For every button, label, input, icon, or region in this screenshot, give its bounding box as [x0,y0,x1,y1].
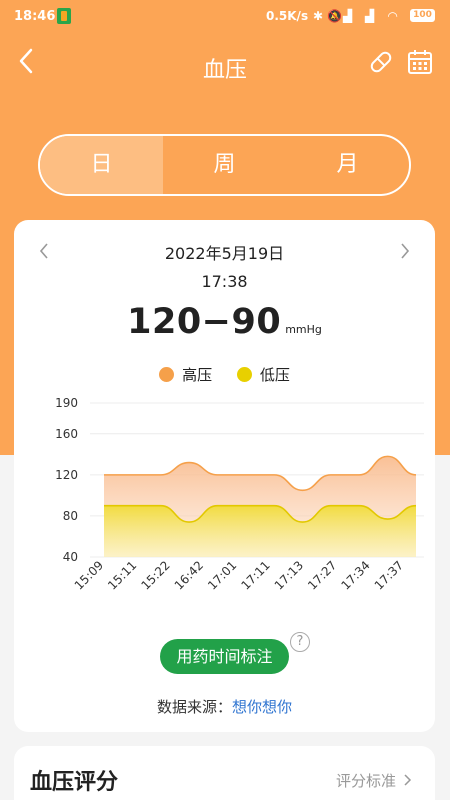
status-bar: 18:46 0.5K/s ✱ 🔕 ▟ ▟ ◠ 100 [0,0,450,34]
legend-high-dot [159,367,175,382]
x-tick-label: 17:11 [238,558,272,592]
y-tick-label: 160 [55,427,78,441]
reading-value: 120−90 [127,302,282,342]
y-tick-label: 40 [63,550,78,564]
x-tick-label: 17:27 [305,558,339,592]
y-tick-label: 190 [55,396,78,410]
calendar-icon [408,50,432,74]
wifi-icon: ◠ [388,9,398,23]
prev-date-icon[interactable] [36,240,52,262]
bluetooth-icon: ✱ [313,9,324,23]
signal-2-icon: ▟ [365,9,375,23]
score-standard-label: 评分标准 [336,772,397,790]
blood-pressure-card: 2022年5月19日 17:38 120−90 mmHg 高压 低压 40 80… [14,220,435,732]
bp-chart: 4080120160190 15:0915:1115:2216:4217:011… [55,396,424,593]
x-tick-label: 16:42 [172,558,206,592]
y-tick-label: 80 [63,509,78,523]
signal-icon: ▟ [343,9,353,23]
low-series-area [104,505,416,557]
mute-icon: 🔕 [327,9,342,23]
date-label: 2022年5月19日 [164,244,285,263]
next-date-icon[interactable] [397,240,413,262]
app-header: 血压 [0,34,450,94]
reading-time: 17:38 [201,272,248,291]
chevron-right-icon [404,774,411,786]
source-label: 数据来源： [156,698,232,716]
reading-display: 120−90 mmHg [14,302,435,342]
legend-low-dot [236,367,252,382]
app-notification-icon [57,8,71,24]
source-link[interactable]: 想你想你 [232,698,292,716]
score-standard-link[interactable]: 评分标准 [336,770,413,791]
network-speed: 0.5K/s [266,9,309,23]
score-card: 血压评分 评分标准 [14,746,435,800]
legend-high-label: 高压 [182,366,213,384]
tab-day[interactable]: 日 [40,136,163,194]
period-tabs: 日 周 月 [38,134,411,196]
calendar-button[interactable] [406,48,434,76]
battery-icon: 100 [410,9,435,22]
x-tick-label: 17:01 [205,558,239,592]
reading-unit: mmHg [285,323,322,336]
x-tick-label: 15:11 [105,558,139,592]
help-icon[interactable]: ? [290,632,310,652]
pill-icon [370,51,392,73]
legend-high: 高压 [159,364,212,385]
legend-low-label: 低压 [259,366,290,384]
chart-legend: 高压 低压 [14,364,435,386]
x-tick-label: 17:34 [338,558,372,592]
y-tick-label: 120 [55,468,78,482]
x-tick-label: 17:37 [372,558,406,592]
score-title: 血压评分 [30,770,119,795]
medication-mark-button[interactable]: 用药时间标注 [160,639,289,674]
data-source: 数据来源：想你想你 [14,696,435,717]
date-navigator: 2022年5月19日 [14,240,435,263]
medication-button[interactable] [367,48,395,76]
status-time: 18:46 [14,9,56,24]
x-tick-label: 17:13 [272,558,306,592]
tab-week[interactable]: 周 [163,136,286,194]
x-tick-label: 15:22 [138,558,172,592]
tab-month[interactable]: 月 [286,136,409,194]
legend-low: 低压 [236,364,290,385]
